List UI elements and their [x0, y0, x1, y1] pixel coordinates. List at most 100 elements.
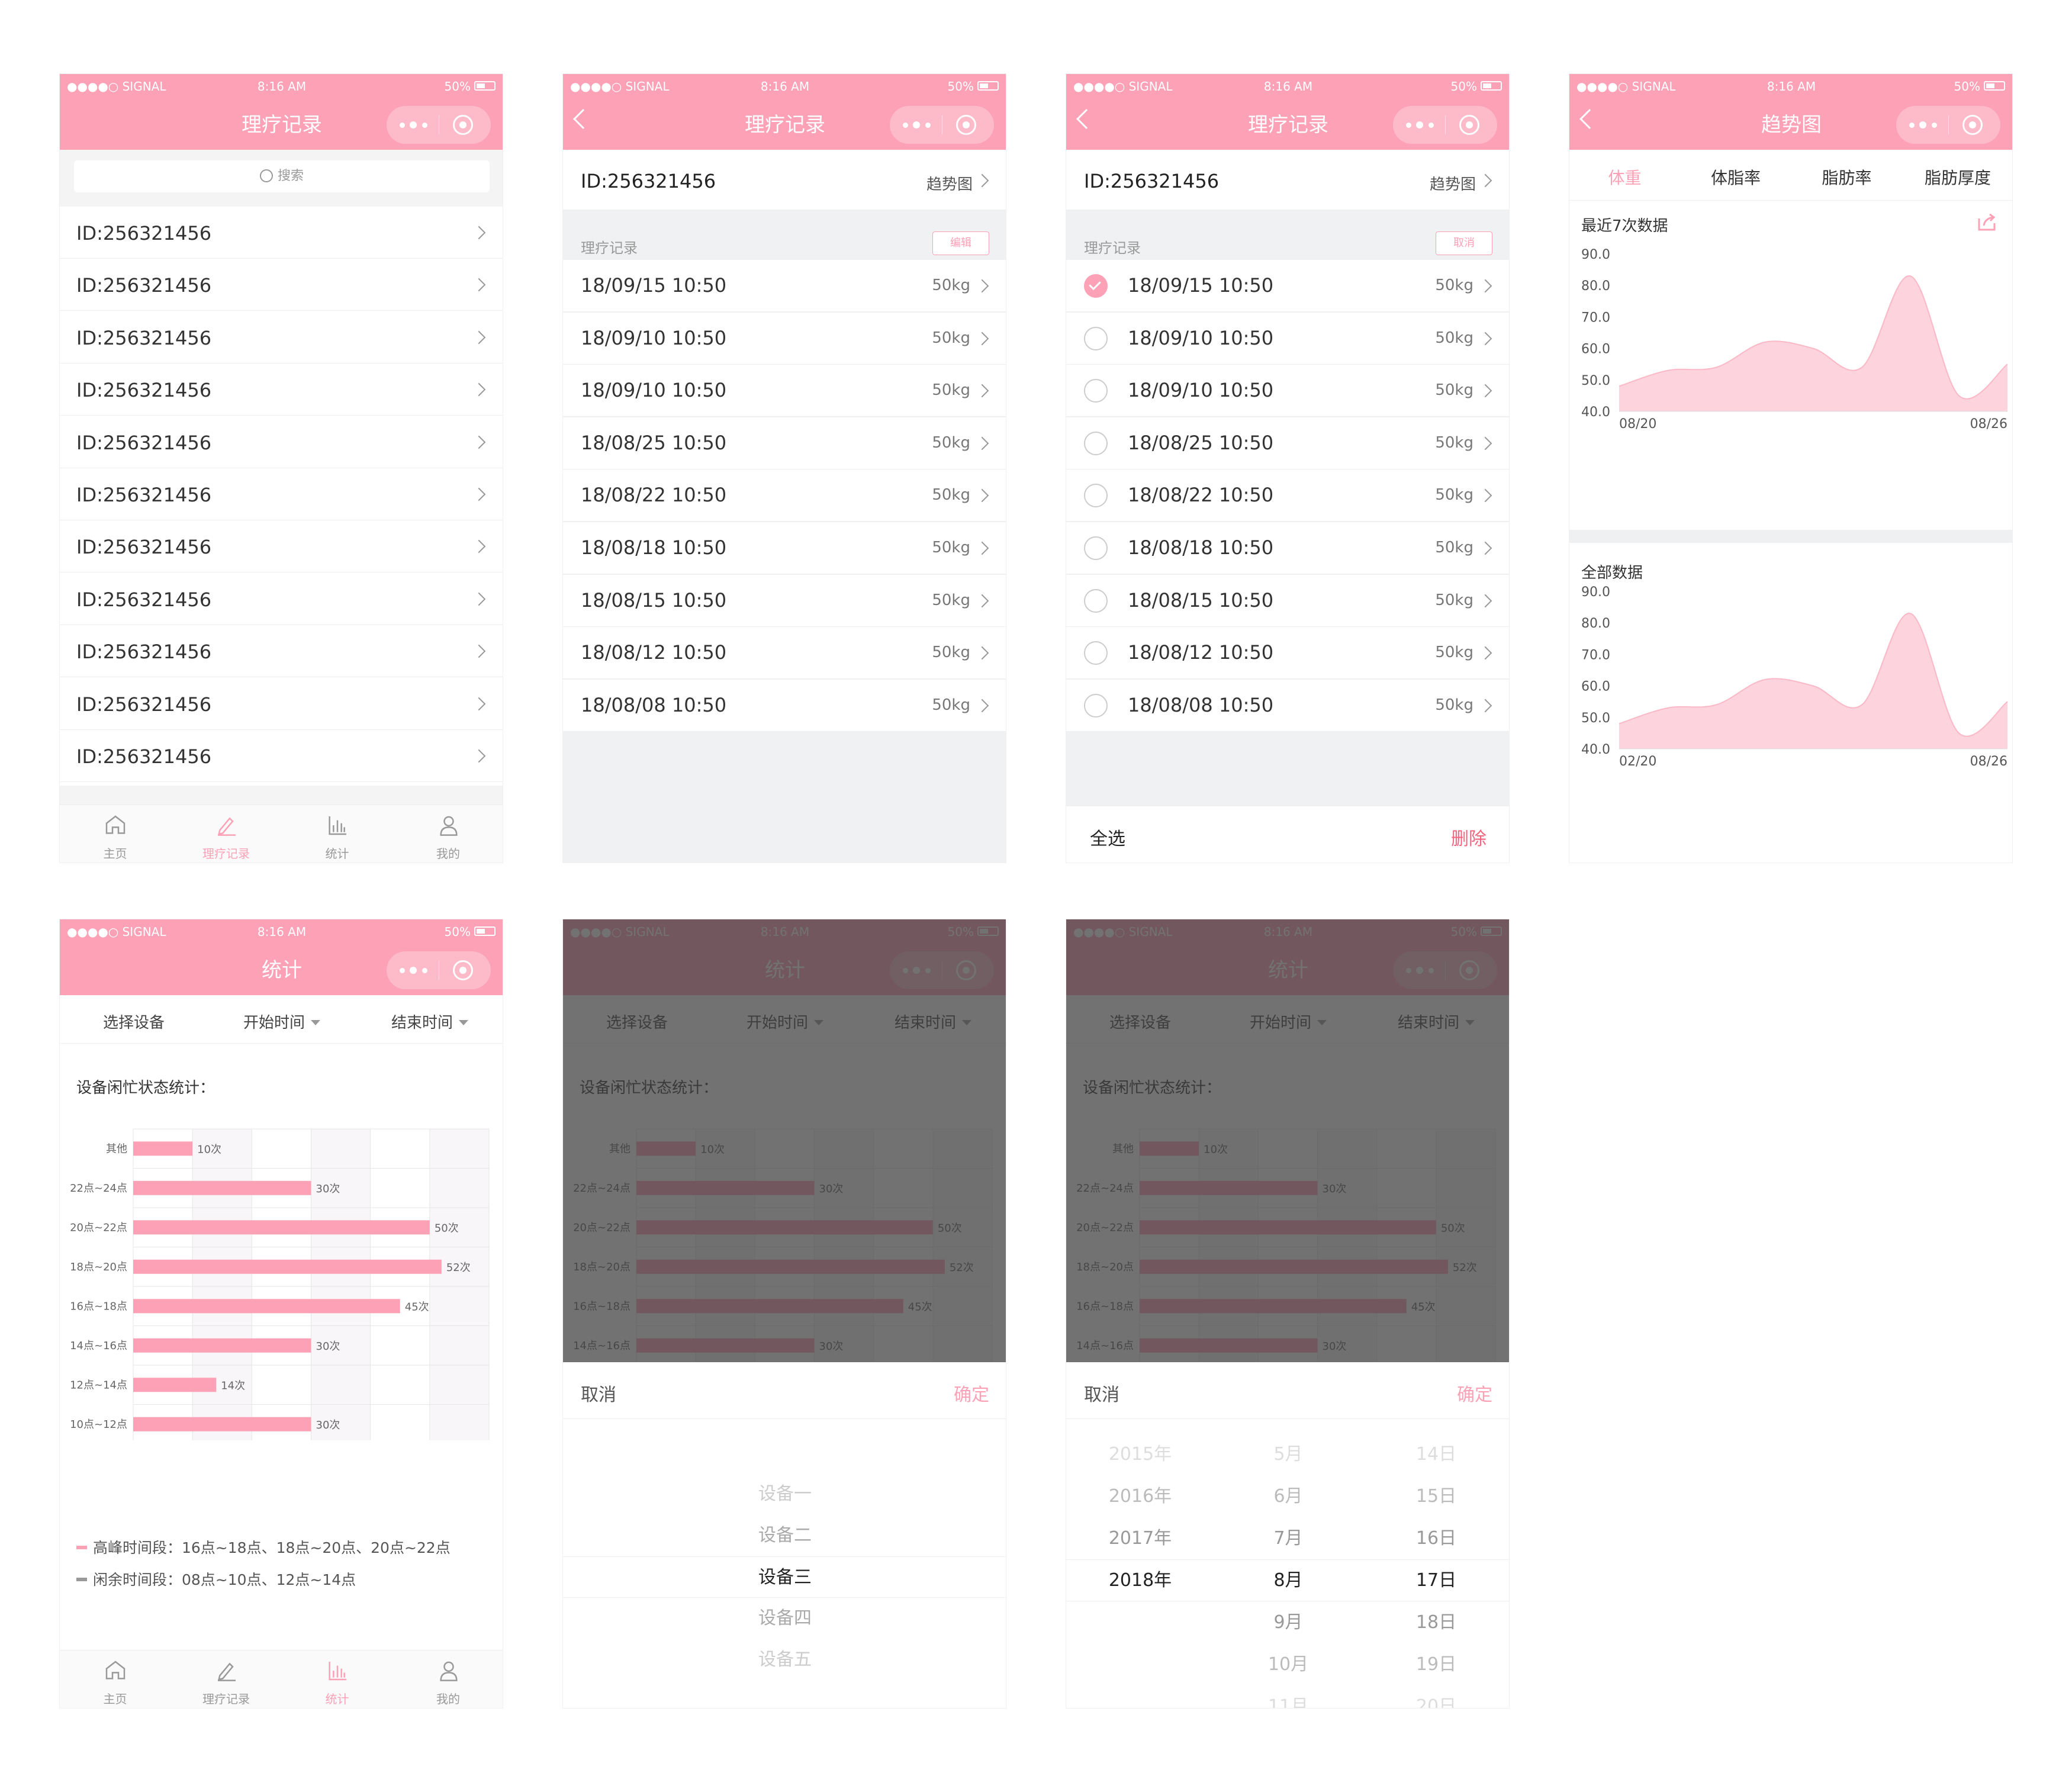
- list-item[interactable]: ID:256321456: [60, 311, 503, 363]
- tab-mine[interactable]: 我的: [393, 1650, 503, 1708]
- picker-month[interactable]: 11月: [1214, 1685, 1362, 1708]
- more-icon[interactable]: [400, 120, 428, 130]
- radio-icon[interactable]: [1084, 326, 1108, 350]
- record-row[interactable]: 18/08/25 10:50 50kg: [1066, 417, 1509, 469]
- list-item[interactable]: ID:256321456: [60, 259, 503, 311]
- record-row[interactable]: 18/08/12 10:50 50kg: [1066, 627, 1509, 680]
- id-row[interactable]: ID:256321456 趋势图: [563, 150, 1006, 210]
- metric-tab[interactable]: 体重: [1569, 165, 1680, 189]
- radio-icon[interactable]: [1084, 588, 1108, 613]
- picker-day[interactable]: 17日: [1362, 1559, 1509, 1601]
- capsule-menu[interactable]: [387, 951, 491, 989]
- record-row[interactable]: 18/09/10 10:50 50kg: [563, 312, 1006, 365]
- picker-cancel-button[interactable]: 取消: [1084, 1380, 1119, 1406]
- picker-year[interactable]: 2018年: [1066, 1559, 1214, 1601]
- id-row[interactable]: ID:256321456 趋势图: [1066, 150, 1509, 210]
- tab-home[interactable]: 主页: [60, 1650, 170, 1708]
- record-row[interactable]: 18/09/15 10:50 50kg: [563, 260, 1006, 312]
- list-item[interactable]: ID:256321456: [60, 363, 503, 416]
- radio-icon[interactable]: [1084, 379, 1108, 403]
- more-icon[interactable]: [1909, 120, 1938, 130]
- edit-button[interactable]: 编辑: [932, 231, 989, 255]
- picker-month[interactable]: 7月: [1214, 1517, 1362, 1559]
- picker-year[interactable]: 2017年: [1066, 1517, 1214, 1559]
- tab-records[interactable]: 理疗记录: [171, 805, 282, 863]
- radio-icon[interactable]: [1084, 693, 1108, 718]
- modal-overlay[interactable]: [563, 919, 1006, 1362]
- record-row[interactable]: 18/09/10 10:50 50kg: [1066, 312, 1509, 365]
- radio-icon[interactable]: [1084, 431, 1108, 455]
- record-row[interactable]: 18/08/15 10:50 50kg: [1066, 574, 1509, 627]
- list-item[interactable]: ID:256321456: [60, 625, 503, 678]
- list-item[interactable]: ID:256321456: [60, 520, 503, 573]
- picker-day[interactable]: 14日: [1362, 1433, 1509, 1475]
- radio-icon[interactable]: [1084, 484, 1108, 508]
- picker-month[interactable]: 8月: [1214, 1559, 1362, 1601]
- tab-stats[interactable]: 统计: [282, 1650, 392, 1708]
- record-row[interactable]: 18/08/18 10:50 50kg: [563, 522, 1006, 574]
- more-icon[interactable]: [400, 966, 428, 975]
- share-icon[interactable]: [1977, 214, 1997, 231]
- picker-year[interactable]: 2016年: [1066, 1475, 1214, 1517]
- picker-year[interactable]: 2015年: [1066, 1433, 1214, 1475]
- filter-end-time[interactable]: 结束时间: [356, 1011, 503, 1032]
- list-item[interactable]: ID:256321456: [60, 416, 503, 468]
- list-item[interactable]: ID:256321456: [60, 572, 503, 625]
- record-row[interactable]: 18/09/10 10:50 50kg: [1066, 365, 1509, 417]
- filter-start-time[interactable]: 开始时间: [208, 1011, 356, 1032]
- metric-tab[interactable]: 脂肪厚度: [1903, 165, 2013, 189]
- picker-day[interactable]: 15日: [1362, 1475, 1509, 1517]
- picker-month[interactable]: 6月: [1214, 1475, 1362, 1517]
- list-item[interactable]: ID:256321456: [60, 207, 503, 259]
- trend-link[interactable]: 趋势图: [926, 172, 973, 194]
- tab-mine[interactable]: 我的: [393, 805, 503, 863]
- tab-records[interactable]: 理疗记录: [171, 1650, 282, 1708]
- close-mini-icon[interactable]: [956, 115, 976, 135]
- tab-stats[interactable]: 统计: [282, 805, 392, 863]
- record-row[interactable]: 18/08/18 10:50 50kg: [1066, 522, 1509, 574]
- record-row[interactable]: 18/08/25 10:50 50kg: [563, 417, 1006, 469]
- picker-confirm-button[interactable]: 确定: [1457, 1380, 1492, 1406]
- more-icon[interactable]: [1406, 120, 1434, 130]
- filter-device[interactable]: 选择设备: [60, 1011, 208, 1032]
- picker-month[interactable]: 9月: [1214, 1601, 1362, 1643]
- metric-tab[interactable]: 体脂率: [1681, 165, 1791, 189]
- picker-month[interactable]: 5月: [1214, 1433, 1362, 1475]
- picker-option[interactable]: 设备四: [563, 1598, 1006, 1639]
- picker-cancel-button[interactable]: 取消: [581, 1380, 616, 1406]
- capsule-menu[interactable]: [1896, 106, 2000, 144]
- picker-confirm-button[interactable]: 确定: [954, 1380, 989, 1406]
- radio-icon[interactable]: [1084, 641, 1108, 665]
- picker-day[interactable]: 20日: [1362, 1685, 1509, 1708]
- list-item[interactable]: ID:256321456: [60, 468, 503, 520]
- modal-overlay[interactable]: [1066, 919, 1509, 1362]
- picker-option[interactable]: 设备一: [563, 1473, 1006, 1515]
- search-input[interactable]: 搜索: [74, 160, 490, 192]
- picker-month[interactable]: 10月: [1214, 1643, 1362, 1685]
- checked-icon[interactable]: [1084, 274, 1108, 298]
- delete-button[interactable]: 删除: [1451, 824, 1487, 850]
- close-mini-icon[interactable]: [453, 115, 473, 135]
- picker-option[interactable]: 设备三: [563, 1556, 1006, 1598]
- capsule-menu[interactable]: [890, 106, 994, 144]
- capsule-menu[interactable]: [1393, 106, 1497, 144]
- record-row[interactable]: 18/09/15 10:50 50kg: [1066, 260, 1509, 312]
- picker-option[interactable]: 设备二: [563, 1515, 1006, 1556]
- capsule-menu[interactable]: [387, 106, 491, 144]
- picker-day[interactable]: 18日: [1362, 1601, 1509, 1643]
- picker-option[interactable]: 设备五: [563, 1639, 1006, 1681]
- radio-icon[interactable]: [1084, 536, 1108, 560]
- record-row[interactable]: 18/08/08 10:50 50kg: [563, 679, 1006, 732]
- more-icon[interactable]: [903, 120, 931, 130]
- close-mini-icon[interactable]: [1459, 115, 1479, 135]
- record-row[interactable]: 18/09/10 10:50 50kg: [563, 365, 1006, 417]
- record-row[interactable]: 18/08/15 10:50 50kg: [563, 574, 1006, 627]
- close-mini-icon[interactable]: [1962, 115, 1983, 135]
- record-row[interactable]: 18/08/12 10:50 50kg: [563, 627, 1006, 680]
- metric-tab[interactable]: 脂肪率: [1791, 165, 1902, 189]
- cancel-edit-button[interactable]: 取消: [1436, 231, 1492, 255]
- trend-link[interactable]: 趋势图: [1430, 172, 1476, 194]
- close-mini-icon[interactable]: [453, 960, 473, 980]
- list-item[interactable]: ID:256321456: [60, 677, 503, 730]
- picker-day[interactable]: 19日: [1362, 1643, 1509, 1685]
